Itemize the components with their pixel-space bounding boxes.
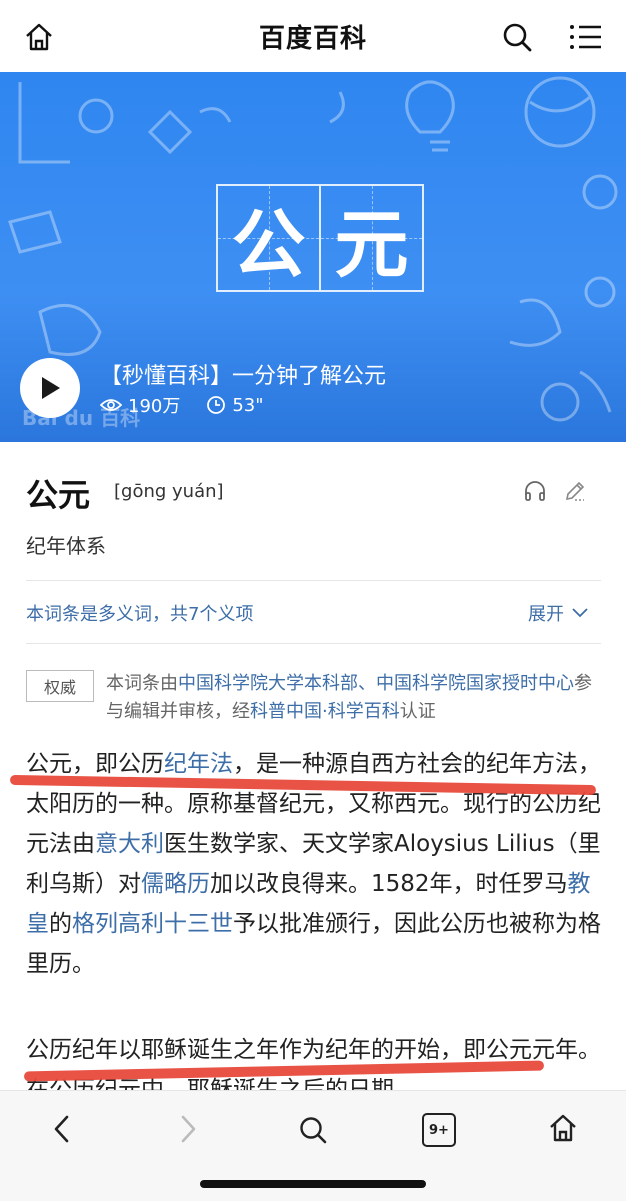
tabs-count: 9+ xyxy=(429,1122,449,1138)
play-button[interactable] xyxy=(20,358,80,418)
auth-text-part: 本词条由 xyxy=(106,673,178,694)
auth-text-part: 认证 xyxy=(399,701,436,722)
search-icon[interactable] xyxy=(296,1113,330,1147)
entry-title: 公元 xyxy=(26,476,91,514)
clock-icon xyxy=(207,396,226,414)
tabs-button[interactable]: 9+ xyxy=(422,1113,456,1147)
title-character-grid: 公 元 xyxy=(216,184,424,292)
expand-label: 展开 xyxy=(528,604,564,625)
grid-char: 公 xyxy=(218,186,319,290)
home-icon[interactable] xyxy=(22,20,56,54)
link-italy[interactable]: 意大利 xyxy=(95,831,164,857)
polysemy-notice[interactable]: 本词条是多义词，共7个义项 xyxy=(26,600,253,626)
auth-link-institutions[interactable]: 中国科学院大学本科部、中国科学院国家授时中心 xyxy=(178,673,574,694)
play-icon xyxy=(42,377,60,399)
entry-subtitle: 纪年体系 xyxy=(26,534,106,558)
home-icon[interactable] xyxy=(546,1111,580,1145)
para-text: 的 xyxy=(49,911,72,937)
eye-icon xyxy=(100,399,122,411)
link-gregory-xiii[interactable]: 格列高利十三世 xyxy=(72,911,233,937)
forward-icon[interactable] xyxy=(172,1113,204,1145)
authority-badge: 权威 xyxy=(26,670,94,702)
para-text: 公元，即公历 xyxy=(26,751,164,777)
headphones-icon[interactable] xyxy=(522,478,548,504)
para-text: 加以改良得来。1582年，时任罗马 xyxy=(210,871,568,897)
link-jinianfa[interactable]: 纪年法 xyxy=(164,751,233,777)
menu-icon[interactable] xyxy=(568,20,604,54)
video-title[interactable]: 【秒懂百科】一分钟了解公元 xyxy=(100,358,386,390)
search-icon[interactable] xyxy=(500,20,534,54)
edit-icon[interactable] xyxy=(562,478,588,504)
divider xyxy=(26,643,601,644)
grid-char: 元 xyxy=(319,186,422,290)
auth-link-kepu[interactable]: 科普中国·科学百科 xyxy=(250,701,400,722)
page-title: 百度百科 xyxy=(258,23,367,54)
video-meta: 190万 53" xyxy=(100,392,264,418)
home-indicator[interactable] xyxy=(200,1180,426,1188)
video-duration: 53" xyxy=(206,395,264,416)
chevron-down-icon xyxy=(572,608,588,618)
entry-pinyin: [gōng yuán] xyxy=(114,481,224,502)
back-icon[interactable] xyxy=(46,1113,78,1145)
link-julian-calendar[interactable]: 儒略历 xyxy=(141,871,210,897)
authority-text: 本词条由中国科学院大学本科部、中国科学院国家授时中心参与编辑并审核，经科普中国·… xyxy=(106,670,606,726)
expand-button[interactable]: 展开 xyxy=(528,600,588,626)
divider xyxy=(26,580,601,581)
views-count: 190万 xyxy=(100,392,180,418)
top-bar: 百度百科 xyxy=(0,0,626,72)
video-banner[interactable]: 公 元 Bai du 百科 【秒懂百科】一分钟了解公元 190万 53" xyxy=(0,72,626,442)
